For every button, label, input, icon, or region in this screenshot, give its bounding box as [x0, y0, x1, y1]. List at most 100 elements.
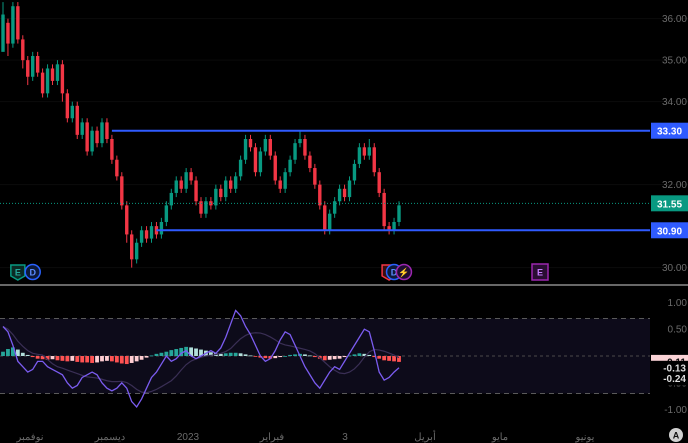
candle-body	[21, 39, 25, 61]
histogram-bar	[387, 356, 391, 361]
candle-body	[90, 130, 94, 152]
candle	[11, 2, 15, 48]
candle-body	[392, 221, 396, 231]
level-price-label: 30.90	[657, 226, 682, 237]
candle-body	[214, 188, 218, 206]
oscillator-axis-tick: 1.00	[668, 298, 688, 309]
candle-body	[248, 139, 253, 148]
histogram-bar	[75, 356, 80, 362]
candle	[65, 89, 70, 123]
candle-body	[139, 230, 144, 243]
time-axis-label: نوفمبر	[15, 432, 43, 443]
histogram-bar	[100, 356, 104, 362]
last-price-label: 31.55	[657, 199, 682, 210]
oscillator-axis-tick: 0.50	[668, 325, 688, 336]
histogram-bar	[35, 356, 40, 359]
candle-body	[40, 72, 45, 94]
candle-body	[70, 105, 74, 119]
histogram-bar	[233, 352, 238, 356]
event-marker-label: D	[29, 268, 36, 278]
histogram-bar	[392, 356, 396, 362]
event-marker-label: E	[15, 268, 21, 278]
oscillator-axis-tick: -1.00	[664, 405, 687, 416]
event-marker[interactable]: E	[10, 264, 26, 281]
histogram-bar	[6, 349, 10, 356]
candle-body	[372, 147, 376, 173]
candle-body	[233, 176, 238, 189]
candle-body	[273, 155, 277, 181]
candle	[75, 101, 79, 139]
histogram-bar	[278, 356, 283, 358]
candle-body	[382, 192, 386, 227]
candle-body	[288, 159, 292, 173]
event-marker-label: ⚡	[398, 267, 409, 279]
histogram-bar	[20, 352, 25, 356]
candle-body	[278, 180, 282, 189]
histogram-bar	[65, 356, 70, 362]
candle-body	[16, 6, 20, 40]
oscillator-pane	[0, 309, 650, 409]
candle-body	[308, 155, 312, 169]
candle-body	[377, 172, 381, 193]
histogram-bar	[194, 348, 198, 356]
event-marker[interactable]: ⚡	[395, 263, 413, 281]
event-marker[interactable]: E	[531, 263, 549, 281]
histogram-bar	[95, 356, 99, 363]
histogram-bar	[293, 354, 297, 356]
histogram-bar	[228, 352, 233, 356]
tradingview-badge[interactable]: A	[669, 428, 683, 442]
candle	[194, 176, 198, 206]
candle	[90, 126, 94, 156]
candle-body	[105, 122, 109, 139]
candle-body	[100, 122, 104, 144]
candle-body	[283, 172, 287, 189]
histogram-bar	[243, 354, 248, 356]
histogram-bar	[134, 356, 139, 362]
price-axis-tick: 36.00	[662, 14, 687, 25]
candle-body	[298, 139, 302, 144]
candle	[382, 188, 386, 231]
candle-body	[347, 180, 352, 198]
histogram-bar	[382, 356, 387, 361]
chart-canvas: 33.3030.9031.55 EDED⚡E 36.0035.0034.0032…	[0, 0, 688, 443]
price-axis-tick: 30.00	[662, 263, 687, 274]
histogram-bar	[154, 353, 159, 356]
candle	[120, 172, 124, 210]
histogram-bar	[85, 356, 90, 363]
histogram-bar	[352, 354, 357, 356]
candle	[110, 134, 114, 164]
histogram-bar	[283, 356, 288, 357]
histogram-bar	[223, 353, 228, 356]
candle-body	[60, 64, 65, 94]
candle-body	[243, 139, 248, 160]
histogram-bar	[119, 356, 124, 364]
histogram-bar	[90, 356, 94, 363]
candle-body	[323, 205, 327, 231]
candle-body	[293, 143, 297, 160]
candle-body	[144, 230, 149, 239]
histogram-bar	[144, 356, 149, 358]
histogram-bar	[25, 354, 30, 356]
candle-body	[80, 122, 84, 135]
candle-body	[149, 226, 154, 239]
histogram-bar	[367, 354, 372, 356]
histogram-bar	[169, 350, 174, 356]
event-marker-label: E	[537, 268, 543, 278]
candle-body	[224, 180, 228, 198]
candle-body	[11, 6, 15, 44]
event-marker[interactable]: D	[24, 263, 41, 281]
candle-body	[362, 147, 367, 156]
histogram-bar	[308, 355, 312, 357]
candle-body	[219, 188, 223, 198]
candle-body	[229, 180, 233, 189]
candle-body	[328, 213, 332, 231]
histogram-bar	[337, 356, 342, 359]
candle-body	[194, 180, 198, 202]
candle	[258, 147, 263, 177]
candle-body	[303, 139, 307, 156]
level-price-label: 33.30	[657, 127, 682, 138]
candle-body	[110, 139, 114, 160]
histogram-bar	[248, 355, 253, 357]
time-axis-label: فبراير	[259, 432, 285, 443]
histogram-bar	[70, 356, 75, 361]
